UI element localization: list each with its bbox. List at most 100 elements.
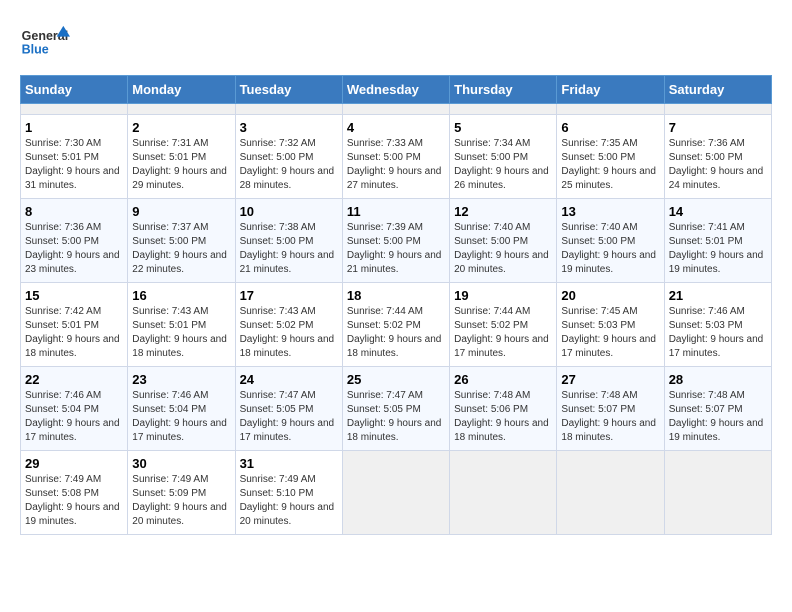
calendar-cell: 1 Sunrise: 7:30 AMSunset: 5:01 PMDayligh… (21, 115, 128, 199)
day-number: 22 (25, 372, 123, 387)
day-number: 10 (240, 204, 338, 219)
day-info: Sunrise: 7:39 AMSunset: 5:00 PMDaylight:… (347, 222, 442, 275)
header: General Blue (20, 20, 772, 65)
calendar-cell: 28 Sunrise: 7:48 AMSunset: 5:07 PMDaylig… (664, 367, 771, 451)
header-thursday: Thursday (450, 76, 557, 104)
calendar-cell (664, 104, 771, 115)
day-number: 26 (454, 372, 552, 387)
calendar-cell (450, 104, 557, 115)
day-number: 11 (347, 204, 445, 219)
day-info: Sunrise: 7:49 AMSunset: 5:08 PMDaylight:… (25, 474, 120, 527)
day-info: Sunrise: 7:48 AMSunset: 5:07 PMDaylight:… (669, 390, 764, 443)
calendar-cell (235, 104, 342, 115)
calendar-cell: 18 Sunrise: 7:44 AMSunset: 5:02 PMDaylig… (342, 283, 449, 367)
day-number: 31 (240, 456, 338, 471)
calendar-week-row: 8 Sunrise: 7:36 AMSunset: 5:00 PMDayligh… (21, 199, 772, 283)
calendar-cell (557, 104, 664, 115)
calendar-cell (664, 451, 771, 535)
calendar-cell: 22 Sunrise: 7:46 AMSunset: 5:04 PMDaylig… (21, 367, 128, 451)
calendar-cell: 17 Sunrise: 7:43 AMSunset: 5:02 PMDaylig… (235, 283, 342, 367)
day-info: Sunrise: 7:48 AMSunset: 5:07 PMDaylight:… (561, 390, 656, 443)
calendar-cell (342, 451, 449, 535)
calendar-cell: 14 Sunrise: 7:41 AMSunset: 5:01 PMDaylig… (664, 199, 771, 283)
day-info: Sunrise: 7:45 AMSunset: 5:03 PMDaylight:… (561, 306, 656, 359)
day-info: Sunrise: 7:49 AMSunset: 5:10 PMDaylight:… (240, 474, 335, 527)
day-info: Sunrise: 7:40 AMSunset: 5:00 PMDaylight:… (454, 222, 549, 275)
header-tuesday: Tuesday (235, 76, 342, 104)
day-info: Sunrise: 7:43 AMSunset: 5:01 PMDaylight:… (132, 306, 227, 359)
calendar-cell (557, 451, 664, 535)
day-info: Sunrise: 7:40 AMSunset: 5:00 PMDaylight:… (561, 222, 656, 275)
day-info: Sunrise: 7:31 AMSunset: 5:01 PMDaylight:… (132, 138, 227, 191)
day-number: 25 (347, 372, 445, 387)
day-info: Sunrise: 7:49 AMSunset: 5:09 PMDaylight:… (132, 474, 227, 527)
day-number: 20 (561, 288, 659, 303)
calendar-header-row: SundayMondayTuesdayWednesdayThursdayFrid… (21, 76, 772, 104)
logo-icon: General Blue (20, 20, 70, 65)
day-number: 3 (240, 120, 338, 135)
day-info: Sunrise: 7:33 AMSunset: 5:00 PMDaylight:… (347, 138, 442, 191)
calendar-cell: 16 Sunrise: 7:43 AMSunset: 5:01 PMDaylig… (128, 283, 235, 367)
day-info: Sunrise: 7:37 AMSunset: 5:00 PMDaylight:… (132, 222, 227, 275)
calendar-cell: 2 Sunrise: 7:31 AMSunset: 5:01 PMDayligh… (128, 115, 235, 199)
calendar-week-row: 1 Sunrise: 7:30 AMSunset: 5:01 PMDayligh… (21, 115, 772, 199)
day-number: 4 (347, 120, 445, 135)
calendar-cell: 3 Sunrise: 7:32 AMSunset: 5:00 PMDayligh… (235, 115, 342, 199)
svg-text:Blue: Blue (22, 42, 49, 56)
calendar-cell: 4 Sunrise: 7:33 AMSunset: 5:00 PMDayligh… (342, 115, 449, 199)
day-number: 6 (561, 120, 659, 135)
day-number: 2 (132, 120, 230, 135)
day-number: 24 (240, 372, 338, 387)
day-info: Sunrise: 7:36 AMSunset: 5:00 PMDaylight:… (669, 138, 764, 191)
calendar-cell: 9 Sunrise: 7:37 AMSunset: 5:00 PMDayligh… (128, 199, 235, 283)
calendar-week-row: 22 Sunrise: 7:46 AMSunset: 5:04 PMDaylig… (21, 367, 772, 451)
header-wednesday: Wednesday (342, 76, 449, 104)
day-info: Sunrise: 7:30 AMSunset: 5:01 PMDaylight:… (25, 138, 120, 191)
day-info: Sunrise: 7:38 AMSunset: 5:00 PMDaylight:… (240, 222, 335, 275)
day-info: Sunrise: 7:43 AMSunset: 5:02 PMDaylight:… (240, 306, 335, 359)
calendar-cell: 30 Sunrise: 7:49 AMSunset: 5:09 PMDaylig… (128, 451, 235, 535)
day-number: 21 (669, 288, 767, 303)
calendar-table: SundayMondayTuesdayWednesdayThursdayFrid… (20, 75, 772, 535)
calendar-cell: 25 Sunrise: 7:47 AMSunset: 5:05 PMDaylig… (342, 367, 449, 451)
day-number: 17 (240, 288, 338, 303)
day-info: Sunrise: 7:46 AMSunset: 5:04 PMDaylight:… (132, 390, 227, 443)
day-number: 16 (132, 288, 230, 303)
calendar-cell: 10 Sunrise: 7:38 AMSunset: 5:00 PMDaylig… (235, 199, 342, 283)
day-info: Sunrise: 7:47 AMSunset: 5:05 PMDaylight:… (240, 390, 335, 443)
calendar-cell: 27 Sunrise: 7:48 AMSunset: 5:07 PMDaylig… (557, 367, 664, 451)
header-sunday: Sunday (21, 76, 128, 104)
calendar-cell: 19 Sunrise: 7:44 AMSunset: 5:02 PMDaylig… (450, 283, 557, 367)
calendar-week-row (21, 104, 772, 115)
calendar-cell: 11 Sunrise: 7:39 AMSunset: 5:00 PMDaylig… (342, 199, 449, 283)
calendar-cell: 21 Sunrise: 7:46 AMSunset: 5:03 PMDaylig… (664, 283, 771, 367)
calendar-week-row: 29 Sunrise: 7:49 AMSunset: 5:08 PMDaylig… (21, 451, 772, 535)
day-info: Sunrise: 7:46 AMSunset: 5:03 PMDaylight:… (669, 306, 764, 359)
calendar-cell (450, 451, 557, 535)
day-number: 30 (132, 456, 230, 471)
day-number: 12 (454, 204, 552, 219)
day-number: 14 (669, 204, 767, 219)
day-number: 1 (25, 120, 123, 135)
calendar-cell: 8 Sunrise: 7:36 AMSunset: 5:00 PMDayligh… (21, 199, 128, 283)
calendar-cell: 6 Sunrise: 7:35 AMSunset: 5:00 PMDayligh… (557, 115, 664, 199)
day-info: Sunrise: 7:35 AMSunset: 5:00 PMDaylight:… (561, 138, 656, 191)
calendar-cell: 29 Sunrise: 7:49 AMSunset: 5:08 PMDaylig… (21, 451, 128, 535)
day-info: Sunrise: 7:42 AMSunset: 5:01 PMDaylight:… (25, 306, 120, 359)
day-number: 13 (561, 204, 659, 219)
day-info: Sunrise: 7:41 AMSunset: 5:01 PMDaylight:… (669, 222, 764, 275)
calendar-cell: 26 Sunrise: 7:48 AMSunset: 5:06 PMDaylig… (450, 367, 557, 451)
day-number: 27 (561, 372, 659, 387)
header-saturday: Saturday (664, 76, 771, 104)
day-info: Sunrise: 7:47 AMSunset: 5:05 PMDaylight:… (347, 390, 442, 443)
calendar-cell: 31 Sunrise: 7:49 AMSunset: 5:10 PMDaylig… (235, 451, 342, 535)
calendar-cell: 23 Sunrise: 7:46 AMSunset: 5:04 PMDaylig… (128, 367, 235, 451)
day-number: 23 (132, 372, 230, 387)
calendar-cell (21, 104, 128, 115)
day-info: Sunrise: 7:46 AMSunset: 5:04 PMDaylight:… (25, 390, 120, 443)
header-monday: Monday (128, 76, 235, 104)
day-number: 19 (454, 288, 552, 303)
day-number: 5 (454, 120, 552, 135)
day-info: Sunrise: 7:32 AMSunset: 5:00 PMDaylight:… (240, 138, 335, 191)
day-number: 8 (25, 204, 123, 219)
